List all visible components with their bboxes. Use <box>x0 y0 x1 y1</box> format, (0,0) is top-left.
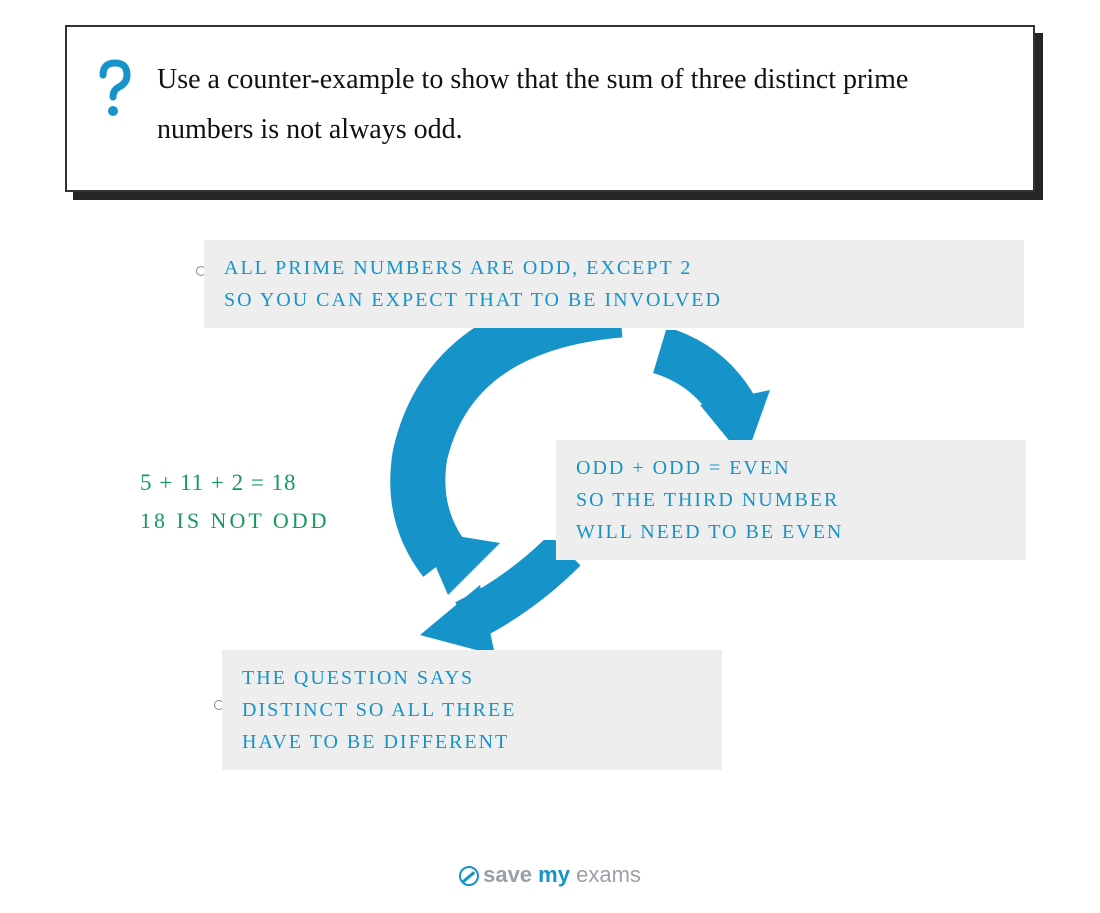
question-text: Use a counter-example to show that the s… <box>157 55 1003 156</box>
brand-text-part1: save <box>483 862 532 887</box>
hint-note-primes-odd: ALL PRIME NUMBERS ARE ODD, EXCEPT 2 SO Y… <box>204 240 1024 328</box>
brand-text-part3: exams <box>576 862 641 887</box>
brand-watermark: save my exams <box>0 862 1100 888</box>
note-line: HAVE TO BE DIFFERENT <box>242 726 702 758</box>
question-box: Use a counter-example to show that the s… <box>65 25 1035 192</box>
brand-logo-icon <box>459 866 479 886</box>
brand-text-part2: my <box>538 862 570 887</box>
note-line: THE QUESTION SAYS <box>242 662 702 694</box>
hint-note-odd-plus-odd: ODD + ODD = EVEN SO THE THIRD NUMBER WIL… <box>556 440 1026 560</box>
question-mark-icon <box>95 59 135 119</box>
note-line: ODD + ODD = EVEN <box>576 452 1006 484</box>
note-line: ALL PRIME NUMBERS ARE ODD, EXCEPT 2 <box>224 252 1004 284</box>
hint-note-distinct: THE QUESTION SAYS DISTINCT SO ALL THREE … <box>222 650 722 770</box>
note-line: SO YOU CAN EXPECT THAT TO BE INVOLVED <box>224 284 1004 316</box>
counter-example-equation: 5 + 11 + 2 = 18 <box>140 470 297 496</box>
note-line: DISTINCT SO ALL THREE <box>242 694 702 726</box>
note-line: SO THE THIRD NUMBER <box>576 484 1006 516</box>
note-line: WILL NEED TO BE EVEN <box>576 516 1006 548</box>
counter-example-conclusion: 18 IS NOT ODD <box>140 508 330 534</box>
